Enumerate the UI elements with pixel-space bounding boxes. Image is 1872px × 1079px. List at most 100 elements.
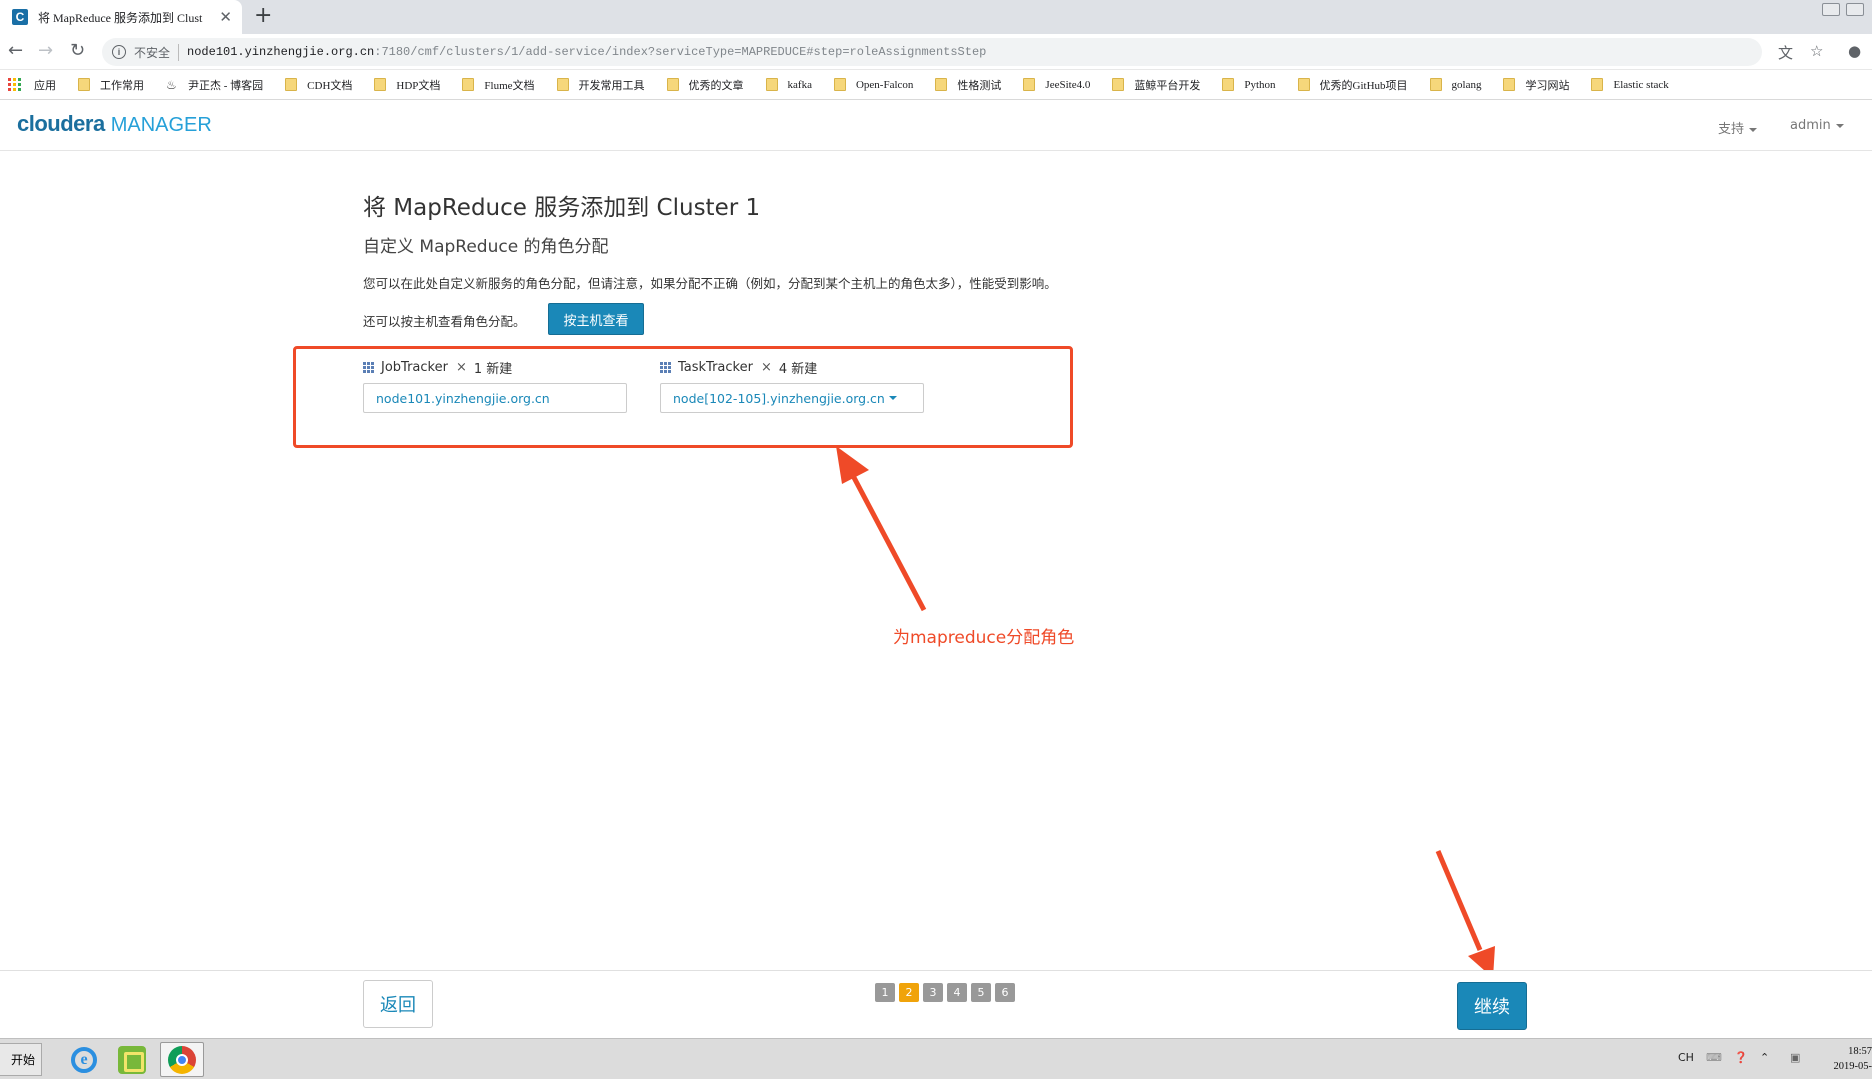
user-menu[interactable]: admin — [1790, 118, 1844, 133]
bookmark-item[interactable]: Python — [1222, 78, 1276, 91]
bookmark-label: HDP文档 — [396, 79, 441, 92]
vsphere-client-icon — [118, 1045, 146, 1074]
tray-expand-icon[interactable]: ⌃ — [1760, 1051, 1769, 1064]
bookmark-item[interactable]: ♨ 尹正杰 - 博客园 — [166, 77, 263, 93]
bookmark-item[interactable]: Flume文档 — [462, 77, 535, 93]
annotation-text: 为mapreduce分配角色 — [893, 628, 1075, 648]
bookmark-item[interactable]: HDP文档 — [374, 77, 440, 93]
folder-icon — [285, 78, 298, 91]
folder-icon — [1023, 78, 1036, 91]
bookmark-item[interactable]: 工作常用 — [78, 77, 144, 93]
bookmark-item[interactable]: CDH文档 — [285, 77, 352, 93]
view-by-host-button[interactable]: 按主机查看 — [548, 303, 644, 335]
bookmark-item[interactable]: Open-Falcon — [833, 78, 914, 91]
minimize-window-icon[interactable] — [1822, 3, 1840, 16]
cloudera-header: cloudera MANAGER 支持 admin — [0, 101, 1872, 151]
bookmark-label: Python — [1244, 78, 1276, 91]
page-description: 您可以在此处自定义新服务的角色分配，但请注意，如果分配不正确（例如，分配到某个主… — [363, 276, 1057, 291]
help-icon[interactable]: ❓ — [1734, 1051, 1748, 1064]
wizard-step-3[interactable]: 3 — [923, 983, 943, 1002]
url-path: :7180/cmf/clusters/1/add-service/index?s… — [374, 45, 987, 59]
wizard-step-6[interactable]: 6 — [995, 983, 1015, 1002]
bookmark-item[interactable]: 开发常用工具 — [556, 77, 645, 93]
taskbar-vsphere[interactable] — [110, 1042, 154, 1077]
tasktracker-host-select[interactable]: node[102-105].yinzhengjie.org.cn — [660, 383, 924, 413]
clock-date: 2019-05- — [1833, 1061, 1872, 1072]
folder-icon — [1591, 78, 1604, 91]
bookmark-label: Elastic stack — [1613, 78, 1669, 91]
folder-icon — [1222, 78, 1235, 91]
system-clock[interactable]: 18:57 2019-05- — [1822, 1044, 1872, 1074]
bookmark-item[interactable]: kafka — [765, 78, 812, 91]
support-menu[interactable]: 支持 — [1718, 118, 1758, 137]
bookmark-item[interactable]: Elastic stack — [1591, 78, 1669, 91]
folder-icon — [765, 78, 778, 91]
view-by-host-text: 还可以按主机查看角色分配。 — [363, 314, 526, 329]
browser-tab[interactable]: C 将 MapReduce 服务添加到 Clust ✕ — [0, 0, 242, 34]
profile-avatar-icon[interactable]: ● — [1848, 42, 1861, 60]
wizard-step-1[interactable]: 1 — [875, 983, 895, 1002]
bookmark-label: 学习网站 — [1525, 79, 1570, 92]
bookmark-item[interactable]: 学习网站 — [1503, 77, 1569, 93]
start-button[interactable]: 开始 — [0, 1043, 42, 1076]
restore-window-icon[interactable] — [1846, 3, 1864, 16]
bookmark-label: golang — [1451, 78, 1482, 91]
folder-icon — [1112, 78, 1125, 91]
folder-icon — [374, 78, 387, 91]
new-tab-button[interactable]: + — [254, 3, 272, 28]
bookmark-item[interactable]: 优秀的GitHub项目 — [1297, 77, 1408, 93]
role-count: 4 新建 — [778, 362, 818, 377]
chevron-down-icon — [1835, 123, 1844, 128]
role-name: TaskTracker — [678, 360, 753, 375]
apps-label: 应用 — [34, 79, 56, 92]
bookmark-label: 优秀的GitHub项目 — [1319, 79, 1408, 92]
continue-button[interactable]: 继续 — [1457, 982, 1527, 1030]
jobtracker-host-select[interactable]: node101.yinzhengjie.org.cn — [363, 383, 627, 413]
annotation-arrow-to-continue — [1435, 850, 1495, 978]
wizard-step-2[interactable]: 2 — [899, 983, 919, 1002]
network-icon[interactable]: ▣ — [1790, 1051, 1800, 1064]
annotation-arrow-to-roles — [836, 446, 927, 612]
taskbar-chrome[interactable] — [160, 1042, 204, 1077]
role-jobtracker: JobTracker × 1 新建 node101.yinzhengjie.or… — [363, 358, 627, 413]
bookmark-item[interactable]: 蓝鲸平台开发 — [1112, 77, 1200, 93]
bookmark-label: 尹正杰 - 博客园 — [188, 79, 264, 92]
forward-arrow-icon[interactable]: → — [38, 40, 53, 61]
folder-icon — [1503, 78, 1516, 91]
apps-shortcut[interactable]: 应用 — [8, 77, 56, 93]
cloudera-manager-logo[interactable]: cloudera MANAGER — [17, 111, 212, 137]
bookmark-label: Flume文档 — [484, 79, 535, 92]
url-host: node101.yinzhengjie.org.cn — [187, 45, 375, 59]
translate-icon[interactable]: 文 — [1778, 42, 1793, 63]
bookmark-label: 性格测试 — [957, 79, 1002, 92]
browser-toolbar: ← → ↻ i 不安全 node101.yinzhengjie.org.cn:7… — [0, 34, 1872, 70]
bookmark-item[interactable]: JeeSite4.0 — [1023, 78, 1090, 91]
bookmark-item[interactable]: golang — [1429, 78, 1482, 91]
internet-explorer-icon: e — [71, 1046, 97, 1073]
taskbar-ie[interactable]: e — [62, 1042, 106, 1077]
bookmark-item[interactable]: 优秀的文章 — [666, 77, 744, 93]
wizard-step-5[interactable]: 5 — [971, 983, 991, 1002]
wizard-step-4[interactable]: 4 — [947, 983, 967, 1002]
role-grid-icon — [660, 361, 672, 374]
address-bar[interactable]: i 不安全 node101.yinzhengjie.org.cn:7180/cm… — [102, 38, 1762, 66]
role-count: 1 新建 — [473, 362, 513, 377]
back-arrow-icon[interactable]: ← — [8, 40, 23, 61]
folder-icon — [935, 78, 948, 91]
info-icon[interactable]: i — [112, 45, 126, 59]
bookmark-label: Open-Falcon — [855, 78, 914, 91]
folder-icon — [1297, 78, 1310, 91]
tab-title: 将 MapReduce 服务添加到 Clust — [38, 10, 203, 25]
chevron-down-icon — [888, 396, 897, 400]
back-button[interactable]: 返回 — [363, 980, 433, 1028]
keyboard-icon[interactable]: ⌨ — [1706, 1051, 1722, 1064]
close-tab-icon[interactable]: ✕ — [219, 8, 232, 26]
bookmark-star-icon[interactable]: ☆ — [1810, 42, 1823, 60]
reload-icon[interactable]: ↻ — [70, 40, 85, 61]
role-header: JobTracker × 1 新建 — [363, 358, 627, 377]
bookmark-item[interactable]: 性格测试 — [935, 77, 1001, 93]
annotation-arrows — [836, 446, 1495, 978]
screen: C 将 MapReduce 服务添加到 Clust ✕ + ← → ↻ i 不安… — [0, 0, 1872, 1079]
input-language[interactable]: CH — [1678, 1051, 1694, 1064]
start-label: 开始 — [10, 1053, 35, 1067]
